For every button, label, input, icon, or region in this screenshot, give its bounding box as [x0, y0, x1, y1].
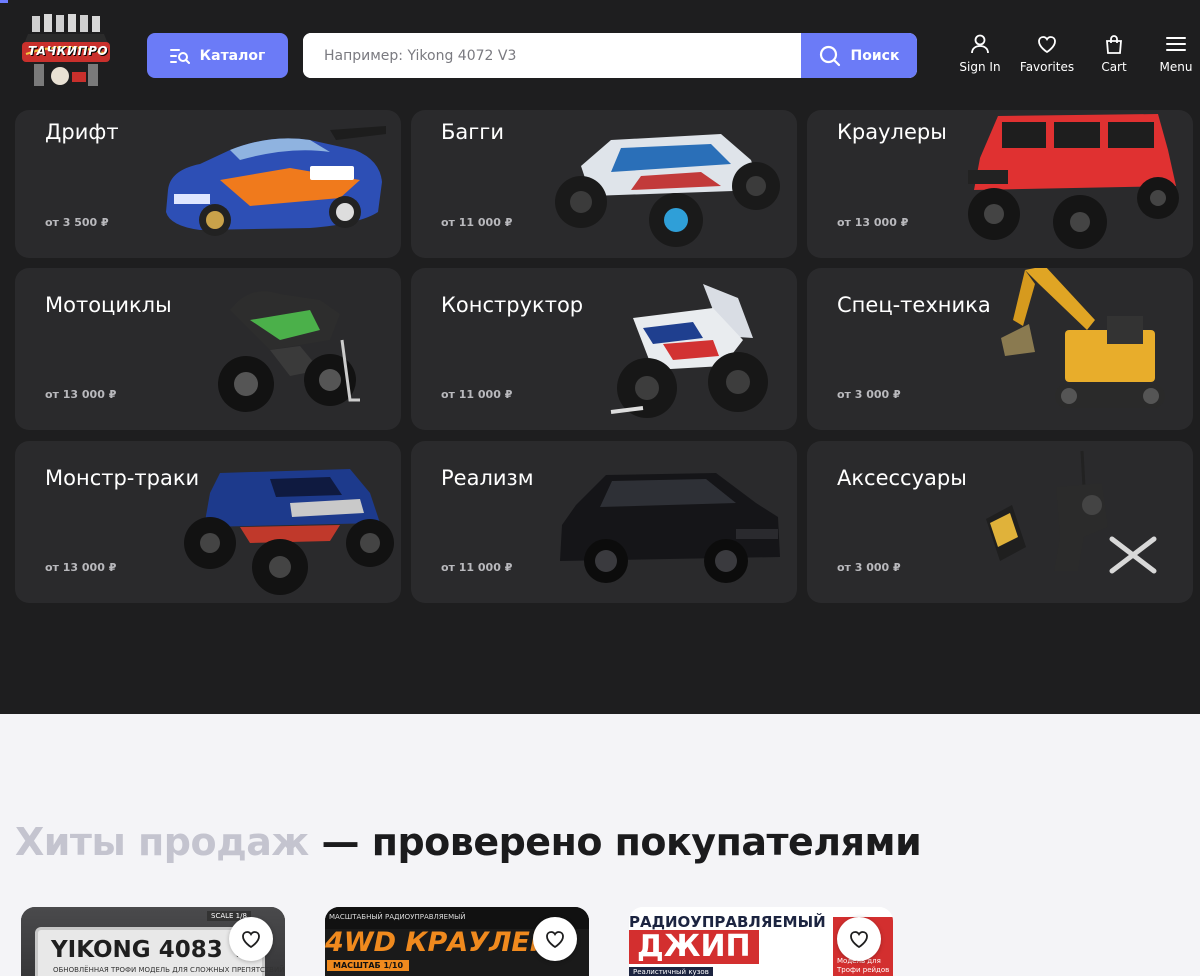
category-card-monster-trucks[interactable]: Монстр-траки от 13 000 ₽ — [15, 441, 401, 603]
logo-text: ТАЧКИПРО — [28, 44, 109, 58]
category-title: Краулеры — [837, 120, 947, 144]
nav-menu-label: Menu — [1159, 60, 1193, 74]
category-card-realism[interactable]: Реализм от 11 000 ₽ — [411, 441, 797, 603]
site-header: ТАЧКИПРО Каталог Поиск Sign In Favor — [0, 0, 1200, 110]
category-price: от 3 000 ₽ — [837, 561, 901, 574]
category-title: Реализм — [441, 466, 534, 490]
category-title: Багги — [441, 120, 504, 144]
accent-line — [0, 0, 8, 3]
crawler-truck-icon — [968, 114, 1179, 249]
heart-icon — [850, 931, 868, 949]
nav-favorites-label: Favorites — [1019, 60, 1075, 74]
category-card-buggy[interactable]: Багги от 11 000 ₽ — [411, 110, 797, 258]
heart-icon — [546, 931, 564, 949]
category-title: Конструктор — [441, 293, 584, 317]
bestsellers-title: Хиты продаж — проверено покупателями — [15, 820, 922, 864]
catalog-button[interactable]: Каталог — [147, 33, 288, 78]
favorite-button[interactable] — [837, 917, 881, 961]
nav-sign-in[interactable]: Sign In — [945, 34, 1015, 78]
product-card[interactable]: МАСШТАБНЫЙ РАДИОУПРАВЛЯЕМЫЙ 4WD КРАУЛЕР … — [325, 907, 589, 976]
category-title: Монстр-траки — [45, 466, 200, 490]
search-button-label: Поиск — [850, 47, 900, 64]
nav-cart-label: Cart — [1101, 60, 1127, 74]
lego-motorcycle-icon — [610, 284, 768, 418]
nav-menu[interactable]: Menu — [1141, 34, 1200, 78]
category-title: Спец-техника — [837, 293, 991, 317]
excavator-icon — [1001, 268, 1165, 408]
search-bar: Поиск — [303, 33, 917, 78]
category-title: Аксессуары — [837, 466, 967, 490]
category-price: от 13 000 ₽ — [45, 561, 117, 574]
site-logo[interactable]: ТАЧКИПРО — [18, 14, 114, 92]
category-title: Дрифт — [45, 120, 119, 144]
nav-cart[interactable]: Cart — [1079, 34, 1149, 78]
product-subline: МАСШТАБ 1/10 — [327, 960, 410, 971]
category-card-special-machinery[interactable]: Спец-техника от 3 000 ₽ — [807, 268, 1193, 430]
category-card-motorcycles[interactable]: Мотоциклы от 13 000 ₽ — [15, 268, 401, 430]
hamburger-icon — [1166, 37, 1186, 51]
motorcycle-icon — [218, 291, 360, 412]
category-card-accessories[interactable]: Аксессуары от 3 000 ₽ — [807, 441, 1193, 603]
heart-icon — [242, 931, 260, 949]
search-input[interactable] — [303, 33, 801, 78]
monster-truck-icon — [184, 469, 394, 595]
product-headline: ДЖИП — [629, 930, 759, 964]
search-icon — [819, 45, 840, 66]
category-card-crawlers[interactable]: Краулеры от 13 000 ₽ — [807, 110, 1193, 258]
nav-favorites[interactable]: Favorites — [1012, 34, 1082, 78]
product-subline: Реалистичный кузов — [629, 967, 713, 976]
drift-car-icon — [166, 126, 386, 236]
category-price: от 11 000 ₽ — [441, 388, 513, 401]
bestsellers-section: Хиты продаж — проверено покупателями SCA… — [0, 714, 1200, 976]
nav-sign-in-label: Sign In — [959, 60, 1001, 74]
product-subline: ОБНОВЛЁННАЯ ТРОФИ МОДЕЛЬ ДЛЯ СЛОЖНЫХ ПРЕ… — [53, 966, 285, 974]
catalog-icon — [169, 48, 190, 64]
user-icon — [971, 34, 989, 54]
product-card[interactable]: РАДИОУПРАВЛЯЕМЫЙ ДЖИП Реалистичный кузов… — [629, 907, 893, 976]
category-price: от 11 000 ₽ — [441, 561, 513, 574]
category-price: от 13 000 ₽ — [837, 216, 909, 229]
bestsellers-title-muted: Хиты продаж — [15, 820, 309, 864]
favorite-button[interactable] — [533, 917, 577, 961]
favorite-button[interactable] — [229, 917, 273, 961]
category-price: от 3 500 ₽ — [45, 216, 109, 229]
category-price: от 3 000 ₽ — [837, 388, 901, 401]
category-card-drift[interactable]: Дрифт от 3 500 ₽ — [15, 110, 401, 258]
heart-icon — [1038, 36, 1056, 54]
bag-icon — [1106, 35, 1122, 54]
category-card-constructor[interactable]: Конструктор от 11 000 ₽ — [411, 268, 797, 430]
search-button[interactable]: Поиск — [801, 33, 917, 78]
catalog-label: Каталог — [199, 47, 266, 64]
rc-transmitter-icon — [986, 450, 1157, 574]
category-price: от 11 000 ₽ — [441, 216, 513, 229]
suv-icon — [560, 473, 780, 583]
product-headline: 4WD КРАУЛЕР — [325, 927, 550, 958]
bestsellers-title-strong: — проверено покупателями — [308, 820, 922, 864]
product-headline: YIKONG 4083 V — [51, 937, 249, 963]
product-card[interactable]: SCALE 1/8 YIKONG 4083 V ОБНОВЛЁННАЯ ТРОФ… — [21, 907, 285, 976]
buggy-icon — [555, 134, 780, 247]
product-topline: МАСШТАБНЫЙ РАДИОУПРАВЛЯЕМЫЙ — [329, 913, 466, 921]
category-price: от 13 000 ₽ — [45, 388, 117, 401]
category-title: Мотоциклы — [45, 293, 172, 317]
